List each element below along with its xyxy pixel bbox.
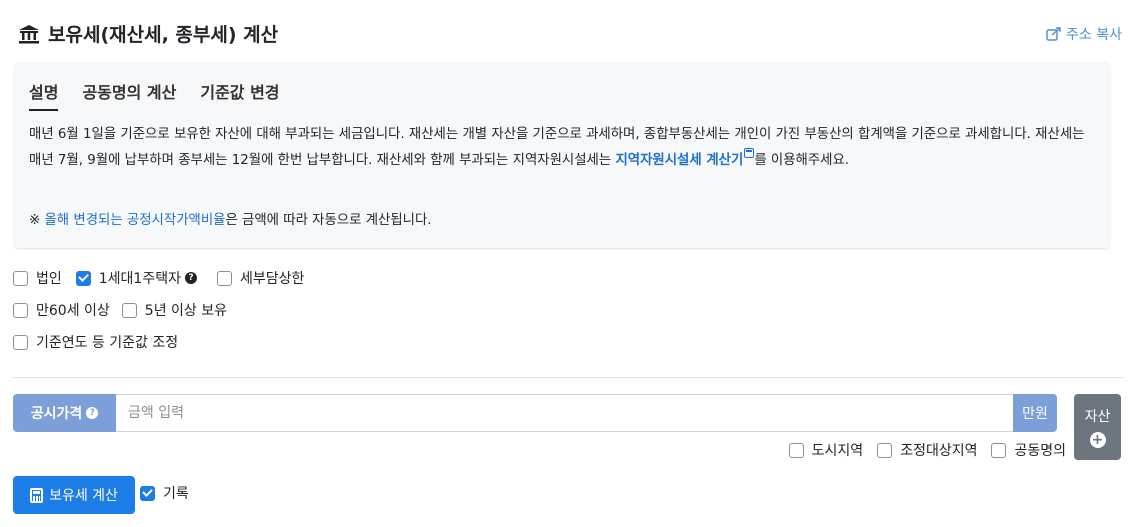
region-options: 도시지역 조정대상지역 공동명의 xyxy=(788,440,1066,460)
share-icon xyxy=(1046,27,1061,41)
calculate-button[interactable]: 보유세 계산 xyxy=(13,476,135,514)
hold-5-years-label: 5년 이상 보유 xyxy=(144,303,228,319)
checkbox-box xyxy=(13,302,28,318)
tab-base-values[interactable]: 기준값 변경 xyxy=(200,79,279,111)
checkbox-box xyxy=(877,442,893,458)
price-input-group: 공시가격 ? 만원 xyxy=(13,394,1057,432)
tab-bar: 설명 공동명의 계산 기준값 변경 xyxy=(29,79,280,111)
options-row-3: 기준연도 등 기준값 조정 xyxy=(13,332,192,352)
note-suffix: 은 금액에 따라 자동으로 계산됩니다. xyxy=(225,213,432,228)
tab-joint-ownership[interactable]: 공동명의 계산 xyxy=(82,79,176,111)
checkbox-box xyxy=(13,270,28,286)
age-60-checkbox[interactable]: 만60세 이상 xyxy=(13,300,110,320)
page-header: 보유세(재산세, 종부세) 계산 주소 복사 xyxy=(18,20,1122,50)
options-row-1: 법인 1세대1주택자 ? 세부담상한 xyxy=(13,268,318,288)
tax-cap-checkbox[interactable]: 세부담상한 xyxy=(216,268,305,288)
age-60-label: 만60세 이상 xyxy=(36,303,110,319)
price-unit: 만원 xyxy=(1013,394,1057,432)
help-icon[interactable]: ? xyxy=(184,272,197,284)
page-title: 보유세(재산세, 종부세) 계산 xyxy=(18,20,278,47)
checkbox-box xyxy=(788,442,804,458)
plus-circle-icon: + xyxy=(1089,432,1106,448)
divider xyxy=(13,377,1123,378)
copy-address-link[interactable]: 주소 복사 xyxy=(1046,24,1122,44)
corporation-checkbox[interactable]: 법인 xyxy=(13,268,62,288)
external-link-icon xyxy=(744,148,755,158)
calculate-label: 보유세 계산 xyxy=(49,488,118,504)
info-card: 설명 공동명의 계산 기준값 변경 매년 6월 1일을 기준으로 보유한 자산에… xyxy=(14,62,1110,248)
record-checkbox[interactable]: 기록 xyxy=(140,483,189,503)
corporation-label: 법인 xyxy=(36,271,62,287)
hold-5-years-checkbox[interactable]: 5년 이상 보유 xyxy=(121,300,228,320)
joint-ownership-checkbox[interactable]: 공동명의 xyxy=(991,440,1066,460)
price-prefix: 공시가격 ? xyxy=(13,394,116,432)
record-label: 기록 xyxy=(163,486,189,502)
tab-description[interactable]: 설명 xyxy=(29,79,59,111)
single-household-label: 1세대1주택자 xyxy=(98,271,181,287)
regional-resource-tax-link[interactable]: 지역자원시설세 계산기 xyxy=(615,148,755,168)
options-row-2: 만60세 이상 5년 이상 보유 xyxy=(13,300,241,320)
note-prefix: ※ xyxy=(29,213,45,228)
single-household-checkbox[interactable]: 1세대1주택자 ? xyxy=(75,268,197,288)
add-asset-label: 자산 xyxy=(1084,409,1111,425)
calculator-icon xyxy=(30,487,44,503)
fair-market-ratio-link[interactable]: 올해 변경되는 공정시작가액비율 xyxy=(44,213,225,228)
regulated-area-checkbox[interactable]: 조정대상지역 xyxy=(877,440,977,460)
adjust-base-values-label: 기준연도 등 기준값 조정 xyxy=(36,335,179,351)
checkbox-box xyxy=(121,302,137,318)
add-asset-button[interactable]: 자산 + xyxy=(1074,394,1121,460)
copy-address-label: 주소 복사 xyxy=(1066,27,1122,43)
price-input[interactable] xyxy=(116,394,1013,432)
description-text: 매년 6월 1일을 기준으로 보유한 자산에 대해 부과되는 세금입니다. 재산… xyxy=(29,122,1101,174)
bank-icon xyxy=(18,23,40,45)
checkbox-box-checked xyxy=(140,485,155,501)
description-part-2: 를 이용해주세요. xyxy=(754,153,850,168)
note-text: ※ 올해 변경되는 공정시작가액비율은 금액에 따라 자동으로 계산됩니다. xyxy=(29,208,432,228)
description-part-1: 매년 6월 1일을 기준으로 보유한 자산에 대해 부과되는 세금입니다. 재산… xyxy=(29,127,1085,168)
help-icon[interactable]: ? xyxy=(86,407,99,419)
checkbox-box-checked xyxy=(75,270,91,286)
adjust-base-values-checkbox[interactable]: 기준연도 등 기준값 조정 xyxy=(13,332,178,352)
page-title-text: 보유세(재산세, 종부세) 계산 xyxy=(48,24,279,46)
checkbox-box xyxy=(991,442,1007,458)
tax-cap-label: 세부담상한 xyxy=(239,271,305,287)
checkbox-box xyxy=(216,270,232,286)
regulated-area-label: 조정대상지역 xyxy=(900,443,978,459)
joint-ownership-label: 공동명의 xyxy=(1014,443,1066,459)
urban-area-label: 도시지역 xyxy=(811,443,864,459)
checkbox-box xyxy=(13,334,28,350)
price-prefix-label: 공시가격 xyxy=(30,406,83,422)
urban-area-checkbox[interactable]: 도시지역 xyxy=(788,440,864,460)
regional-resource-tax-link-text: 지역자원시설세 계산기 xyxy=(615,153,744,168)
